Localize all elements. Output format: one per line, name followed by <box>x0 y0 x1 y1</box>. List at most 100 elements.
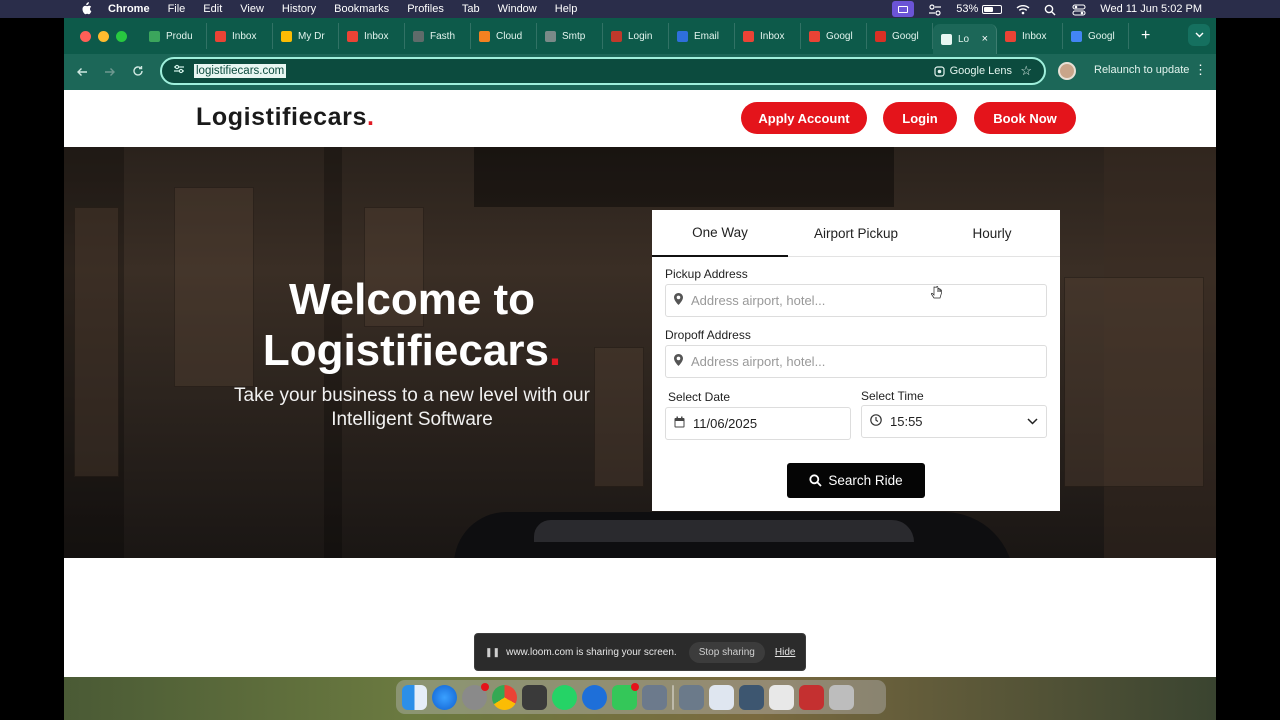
menu-bookmarks[interactable]: Bookmarks <box>334 3 389 15</box>
site-logo[interactable]: Logistifiecars. <box>196 103 375 132</box>
hero-title-line2: Logistifiecars. <box>194 325 630 376</box>
time-select[interactable]: 15:55 <box>861 405 1047 438</box>
menu-view[interactable]: View <box>240 3 264 15</box>
tab-label: Login <box>628 30 653 42</box>
trash-icon[interactable] <box>829 684 854 710</box>
menu-app-name[interactable]: Chrome <box>108 3 150 15</box>
tab-label: My Dr <box>298 30 325 42</box>
back-button[interactable] <box>68 64 96 80</box>
browser-tab[interactable]: Googl <box>867 23 933 49</box>
screenshot-thumbnail-icon[interactable] <box>739 684 764 710</box>
doc-icon <box>941 33 952 45</box>
menubar-status-area: 53% Wed 11 Jun 5:02 PM <box>892 1 1202 17</box>
tab-search-chevron-icon[interactable] <box>1188 24 1210 46</box>
safari-icon[interactable] <box>432 684 457 710</box>
browser-tab[interactable]: Inbox <box>735 23 801 49</box>
wifi-icon[interactable] <box>1016 4 1030 15</box>
macos-menubar: Chrome File Edit View History Bookmarks … <box>0 0 1280 18</box>
site-header: Logistifiecars. Apply Account Login Book… <box>64 90 1216 147</box>
new-tab-button[interactable]: + <box>1141 27 1150 45</box>
browser-tab-active[interactable]: Lo × <box>933 24 997 54</box>
dropoff-address-input[interactable]: Address airport, hotel... <box>665 345 1047 378</box>
finder-icon[interactable] <box>402 684 427 710</box>
menu-window[interactable]: Window <box>498 3 537 15</box>
bookmark-star-icon[interactable]: ☆ <box>1020 63 1032 79</box>
search-ride-button[interactable]: Search Ride <box>787 463 925 498</box>
site-settings-icon[interactable] <box>172 64 186 78</box>
minimize-window-button[interactable] <box>98 30 109 42</box>
chrome-icon[interactable] <box>492 684 517 710</box>
menu-tab[interactable]: Tab <box>462 3 480 15</box>
facetime-icon[interactable] <box>612 682 639 710</box>
tabs-container: Produ Inbox My Dr Inbox Fasth Cloud Smtp Login E… <box>141 18 1129 54</box>
system-settings-icon[interactable] <box>462 682 489 710</box>
control-center-icon[interactable] <box>928 4 942 16</box>
relaunch-update-button[interactable]: Relaunch to update <box>1094 64 1189 76</box>
google-lens-button[interactable]: Google Lens <box>934 65 1012 77</box>
clock-icon <box>870 414 882 429</box>
downloads-stack-icon[interactable] <box>679 684 704 710</box>
chrome-menu-icon[interactable]: ⋮ <box>1194 62 1207 78</box>
tab-hourly[interactable]: Hourly <box>924 210 1060 257</box>
notification-badge <box>631 682 639 691</box>
reload-button[interactable] <box>124 64 152 80</box>
menu-history[interactable]: History <box>282 3 316 15</box>
browser-tab[interactable]: Cloud <box>471 23 537 49</box>
pickup-address-input[interactable]: Address airport, hotel... <box>665 284 1047 317</box>
browser-tab[interactable]: Inbox <box>207 23 273 49</box>
copilot-icon[interactable] <box>582 684 607 710</box>
spotlight-search-icon[interactable] <box>1044 4 1058 16</box>
preview-icon[interactable] <box>642 684 667 710</box>
browser-tab[interactable]: Smtp <box>537 23 603 49</box>
sublime-text-icon[interactable] <box>522 684 547 710</box>
apple-icon[interactable] <box>80 2 94 16</box>
url-text[interactable]: logistifiecars.com <box>194 64 287 78</box>
document-thumbnail-icon[interactable] <box>709 684 734 710</box>
browser-tab[interactable]: Fasth <box>405 23 471 49</box>
date-input[interactable]: 11/06/2025 <box>665 407 851 440</box>
tab-label: Cloud <box>496 30 523 42</box>
file-thumbnail-icon[interactable] <box>769 684 794 710</box>
hero-title: Welcome to Logistifiecars. <box>194 274 630 376</box>
login-button[interactable]: Login <box>883 102 957 134</box>
hide-sharing-bar-link[interactable]: Hide <box>775 647 796 658</box>
whatsapp-icon[interactable] <box>552 684 577 710</box>
toggles-icon[interactable] <box>1072 4 1086 16</box>
browser-tab[interactable]: Inbox <box>339 23 405 49</box>
tab-one-way[interactable]: One Way <box>652 210 788 257</box>
profile-avatar[interactable] <box>1058 62 1076 80</box>
apply-account-button[interactable]: Apply Account <box>741 102 867 134</box>
zoom-window-button[interactable] <box>116 30 127 42</box>
dropoff-address-label: Dropoff Address <box>665 328 751 342</box>
screenshot-thumbnail-icon[interactable] <box>799 684 824 710</box>
browser-tab[interactable]: Email <box>669 23 735 49</box>
browser-tab[interactable]: Googl <box>801 23 867 49</box>
menu-edit[interactable]: Edit <box>203 3 222 15</box>
menu-help[interactable]: Help <box>555 3 578 15</box>
browser-tab[interactable]: Inbox <box>997 23 1063 49</box>
close-tab-icon[interactable]: × <box>982 33 988 45</box>
menubar-clock[interactable]: Wed 11 Jun 5:02 PM <box>1100 3 1202 15</box>
mouse-pointer-icon <box>931 286 942 299</box>
pause-icon[interactable]: ❚❚ <box>485 647 500 658</box>
webpage: Logistifiecars. Apply Account Login Book… <box>64 90 1216 677</box>
book-now-button[interactable]: Book Now <box>974 102 1076 134</box>
browser-tab[interactable]: My Dr <box>273 23 339 49</box>
tab-label: Inbox <box>232 30 257 42</box>
tab-airport-pickup[interactable]: Airport Pickup <box>788 210 924 257</box>
logo-dot: . <box>366 103 375 131</box>
mail-icon <box>677 30 688 42</box>
address-bar[interactable]: logistifiecars.com Google Lens ☆ <box>160 57 1046 85</box>
stop-sharing-button[interactable]: Stop sharing <box>688 641 765 663</box>
forward-button[interactable] <box>96 64 124 80</box>
screen-share-icon[interactable] <box>892 1 915 17</box>
battery-indicator[interactable]: 53% <box>956 3 1003 15</box>
browser-tab[interactable]: Login <box>603 23 669 49</box>
close-window-button[interactable] <box>80 30 91 42</box>
browser-tab[interactable]: Produ <box>141 23 207 49</box>
browser-tab[interactable]: Googl <box>1063 23 1129 49</box>
menu-file[interactable]: File <box>168 3 186 15</box>
map-pin-icon <box>674 293 683 308</box>
menu-profiles[interactable]: Profiles <box>407 3 444 15</box>
hero-subtitle: Take your business to a new level with o… <box>234 385 590 430</box>
